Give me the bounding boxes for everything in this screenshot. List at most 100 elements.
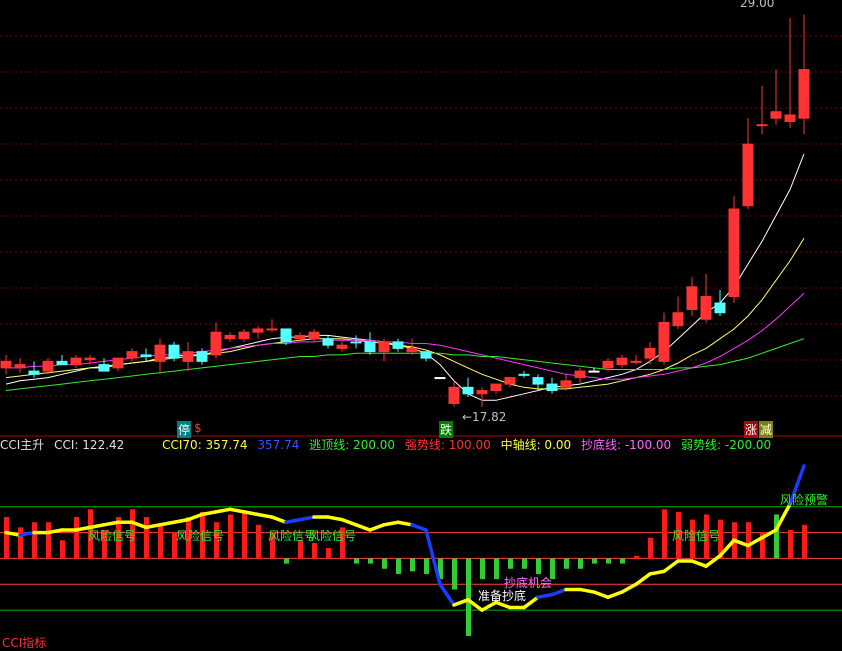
blue-value: 357.74	[257, 438, 300, 452]
cci-bar-22	[312, 542, 317, 559]
candle-body-15	[210, 331, 222, 356]
cci-line-seg-7	[102, 520, 120, 527]
candle-body-32	[448, 386, 460, 405]
cci-bar-38	[536, 558, 541, 574]
candle-body-54	[756, 124, 768, 127]
chart-canvas	[0, 14, 842, 636]
candle-body-44	[616, 357, 628, 366]
cci-line-seg-42	[592, 590, 610, 599]
cci-bar-4	[60, 540, 65, 559]
candle-body-6	[84, 357, 96, 361]
cci-bar-46	[648, 537, 653, 559]
cci-line-seg-12	[172, 517, 190, 524]
mark-reduce: 减	[759, 421, 774, 438]
low-price-label: ←17.82	[462, 410, 507, 424]
cci-line-seg-44	[620, 582, 638, 594]
cci-bar-33	[466, 558, 471, 636]
cci-line-seg-19	[270, 515, 288, 524]
ma-yellow-line	[5, 237, 805, 390]
risk-signal-label-1: 风险信号	[88, 529, 137, 543]
candle-body-11	[154, 344, 166, 362]
candle-body-33	[462, 386, 474, 395]
candle-body-30	[420, 351, 432, 359]
cci-bar-29	[410, 558, 415, 572]
cci-bar-55	[774, 514, 779, 559]
indicator-name: CCI主升	[0, 438, 45, 452]
cci-line-seg-31	[438, 582, 456, 607]
cci-line-seg-25	[354, 523, 372, 532]
cci-line-seg-11	[158, 520, 176, 527]
candle-body-39	[546, 383, 558, 392]
candle-body-22	[308, 331, 320, 340]
cci-bar-57	[802, 524, 807, 559]
cci-line-seg-29	[410, 523, 428, 532]
cci-bar-32	[452, 558, 457, 590]
candle-body-34	[476, 390, 488, 395]
risk-signal-label-2: 风险信号	[176, 529, 225, 543]
cci-line-seg-26	[368, 523, 386, 532]
cci-line-seg-45	[634, 572, 652, 587]
cci70-value: CCI70: 357.74	[162, 438, 248, 452]
candle-body-52	[728, 208, 740, 298]
candle-body-55	[770, 111, 782, 119]
cci-line-seg-39	[550, 587, 568, 597]
cci-bar-41	[578, 558, 583, 569]
risk-signal-label-5: 风险信号	[672, 529, 721, 543]
candle-body-10	[140, 354, 152, 358]
candle-body-14	[196, 351, 208, 362]
candle-body-46	[644, 347, 656, 359]
cci-bar-11	[158, 524, 163, 559]
candle-body-57	[798, 69, 810, 119]
candle-body-45	[630, 360, 642, 363]
cci-bar-40	[564, 558, 569, 569]
cci-line-seg-37	[522, 595, 540, 610]
cci-line-seg-27	[382, 520, 400, 527]
candle-body-12	[168, 344, 180, 359]
cci-bar-53	[746, 522, 751, 559]
candle-body-20	[280, 328, 292, 343]
cci-bar-16	[228, 514, 233, 559]
candle-body-50	[700, 296, 712, 320]
candle-body-36	[504, 377, 516, 385]
strong-value: 强势线: 100.00	[404, 438, 491, 452]
candle-body-8	[112, 357, 124, 369]
candle-body-16	[224, 334, 236, 340]
candle-body-0	[0, 360, 12, 369]
cci-bar-45	[634, 555, 639, 559]
cci-line-seg-20	[284, 517, 302, 524]
bottom-value: 抄底线: -100.00	[580, 438, 672, 452]
cci-bar-27	[382, 558, 387, 569]
high-price-label: 29.00	[740, 0, 775, 10]
cci-line-seg-21	[298, 515, 316, 522]
cci-bar-0	[4, 517, 9, 559]
cci-bar-17	[242, 511, 247, 559]
candle-body-19	[266, 328, 278, 331]
cci-line-seg-43	[606, 590, 624, 599]
candle-body-42	[588, 370, 600, 373]
candle-body-49	[686, 286, 698, 311]
candle-body-2	[28, 370, 40, 375]
cci-bar-35	[494, 558, 499, 580]
cci-bar-2	[32, 522, 37, 559]
cci-bar-20	[284, 558, 289, 564]
mark-stop: 停	[177, 421, 192, 438]
candle-body-43	[602, 360, 614, 369]
candle-body-47	[658, 321, 670, 362]
candle-body-53	[742, 143, 754, 207]
candle-body-29	[406, 347, 418, 353]
cci-bar-23	[326, 548, 331, 559]
cci-line-seg-28	[396, 520, 414, 527]
cci-bar-30	[424, 558, 429, 574]
cci-bar-56	[788, 529, 793, 559]
candle-body-17	[238, 331, 250, 340]
cci-value: CCI: 122.42	[54, 438, 125, 452]
risk-signal-label-4: 风险信号	[308, 529, 357, 543]
candle-body-9	[126, 351, 138, 359]
cci-line-seg-47	[662, 559, 680, 574]
candle-body-23	[322, 338, 334, 346]
candle-body-31	[434, 377, 446, 380]
candle-body-51	[714, 302, 726, 314]
cci-bar-43	[606, 558, 611, 564]
candle-body-1	[14, 364, 26, 369]
mark-dollar: $	[194, 421, 202, 435]
